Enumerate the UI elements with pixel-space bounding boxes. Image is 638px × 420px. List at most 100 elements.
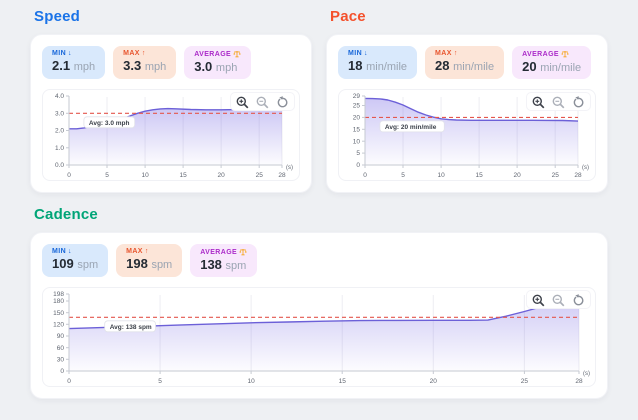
pace-stats-row: MIN ↓ 18 min/mile MAX ↑ 28 min/mile AVERAG… [338,46,596,79]
zoom-out-button[interactable] [552,96,565,109]
arrow-down-icon: ↓ [68,248,72,255]
cadence-average-badge: AVERAGE 138 spm [190,244,258,277]
average-label: AVERAGE [194,50,232,58]
pace-section: Pace MIN ↓ 18 min/mile MAX ↑ 28 min/mile A… [326,6,608,193]
svg-text:Avg: 20 min/mile: Avg: 20 min/mile [385,124,437,131]
svg-text:10: 10 [353,138,361,145]
speed-min-badge: MIN ↓ 2.1 mph [42,46,106,79]
cadence-section: Cadence MIN ↓ 109 spm MAX ↑ 198 spm AVERAG… [30,206,608,399]
cadence-chart-canvas[interactable]: 0 30 60 90 120 150 180198 0 5 10 15 20 25 28(s) Avg: 1… [43,288,597,386]
cadence-stats-row: MIN ↓ 109 spm MAX ↑ 198 spm AVERAGE 138 sp… [42,244,596,277]
reset-zoom-button[interactable] [572,96,585,109]
speed-average-badge: AVERAGE 3.0 mph [184,46,252,79]
svg-text:0.0: 0.0 [55,162,64,169]
pace-max-badge: MAX ↑ 28 min/mile [425,46,505,79]
cadence-chart: 0 30 60 90 120 150 180 198 0 5 10 15 20 25 28 (s) Avg: 1… [42,287,596,387]
min-unit: spm [77,259,99,271]
svg-text:90: 90 [57,333,65,340]
svg-text:25: 25 [552,172,560,179]
arrow-down-icon: ↓ [364,50,368,57]
chart-zoom-toolbar [231,93,294,110]
zoom-out-button[interactable] [552,294,565,307]
chart-zoom-toolbar [527,93,590,110]
svg-text:198: 198 [53,291,64,298]
svg-text:10: 10 [141,172,149,179]
svg-text:4.0: 4.0 [55,93,64,100]
svg-text:(s): (s) [583,371,590,377]
svg-text:1.0: 1.0 [55,145,64,152]
svg-text:25: 25 [256,172,264,179]
pace-chart: 0 5 10 15 20 25 29 0 5 10 15 20 25 28 (s) Avg: 20 min/m… [338,89,596,181]
svg-text:10: 10 [437,172,445,179]
max-label: MAX [435,50,452,57]
reset-zoom-button[interactable] [276,96,289,109]
svg-text:28: 28 [574,172,582,179]
svg-text:5: 5 [356,150,360,157]
speed-section-title: Speed [34,8,81,25]
speed-stats-row: MIN ↓ 2.1 mph MAX ↑ 3.3 mph AVERAGE 3.0 mp… [42,46,300,79]
min-unit: min/mile [366,61,408,73]
svg-text:15: 15 [475,172,483,179]
balance-scale-icon [561,50,569,58]
svg-text:Avg: 3.0 mph: Avg: 3.0 mph [89,120,130,127]
max-label: MAX [126,248,143,255]
min-unit: mph [73,61,96,73]
svg-text:25: 25 [521,378,529,385]
svg-text:150: 150 [53,310,64,317]
svg-text:5: 5 [105,172,109,179]
svg-text:20: 20 [217,172,225,179]
zoom-in-button[interactable] [532,96,545,109]
svg-text:(s): (s) [286,165,293,171]
min-value: 18 [348,58,363,73]
svg-text:5: 5 [401,172,405,179]
arrow-up-icon: ↑ [141,50,146,57]
zoom-in-button[interactable] [236,96,249,109]
svg-text:28: 28 [575,378,583,385]
dashboard-page: Speed MIN ↓ 2.1 mph MAX ↑ 3.3 mph AVERAGE … [0,0,638,420]
speed-panel: MIN ↓ 2.1 mph MAX ↑ 3.3 mph AVERAGE 3.0 mp… [30,34,312,193]
max-value: 198 [126,256,148,271]
pace-section-title: Pace [330,8,366,25]
zoom-in-button[interactable] [532,294,545,307]
pace-min-badge: MIN ↓ 18 min/mile [338,46,418,79]
svg-text:15: 15 [353,126,361,133]
svg-text:0: 0 [67,378,71,385]
svg-text:60: 60 [57,345,65,352]
cadence-panel: MIN ↓ 109 spm MAX ↑ 198 spm AVERAGE 138 sp… [30,232,608,399]
min-value: 2.1 [52,58,71,73]
pace-panel: MIN ↓ 18 min/mile MAX ↑ 28 min/mile AVERAG… [326,34,608,193]
svg-text:15: 15 [179,172,187,179]
top-row: Speed MIN ↓ 2.1 mph MAX ↑ 3.3 mph AVERAGE … [30,6,608,193]
average-label: AVERAGE [200,248,238,256]
zoom-out-button[interactable] [256,96,269,109]
svg-text:(s): (s) [582,165,589,171]
average-unit: spm [225,260,247,272]
svg-text:120: 120 [53,321,64,328]
min-label: MIN [52,50,67,57]
reset-zoom-button[interactable] [572,294,585,307]
arrow-up-icon: ↑ [453,50,458,57]
balance-scale-icon [239,248,247,256]
max-label: MAX [123,50,140,57]
svg-text:Avg: 138 spm: Avg: 138 spm [110,324,152,331]
speed-max-badge: MAX ↑ 3.3 mph [113,46,177,79]
chart-zoom-toolbar [527,291,590,308]
svg-text:5: 5 [158,378,162,385]
cadence-max-badge: MAX ↑ 198 spm [116,244,183,277]
max-unit: spm [151,259,173,271]
arrow-up-icon: ↑ [144,248,149,255]
svg-text:2.0: 2.0 [55,128,64,135]
max-unit: min/mile [453,61,495,73]
balance-scale-icon [233,50,241,58]
max-unit: mph [144,61,167,73]
average-unit: mph [215,62,238,74]
svg-text:0: 0 [67,172,71,179]
speed-section: Speed MIN ↓ 2.1 mph MAX ↑ 3.3 mph AVERAGE … [30,6,312,193]
average-unit: min/mile [540,62,582,74]
svg-text:15: 15 [339,378,347,385]
svg-text:0: 0 [356,162,360,169]
svg-text:29: 29 [353,93,361,100]
min-value: 109 [52,256,74,271]
cadence-section-title: Cadence [34,206,98,223]
arrow-down-icon: ↓ [68,50,72,57]
